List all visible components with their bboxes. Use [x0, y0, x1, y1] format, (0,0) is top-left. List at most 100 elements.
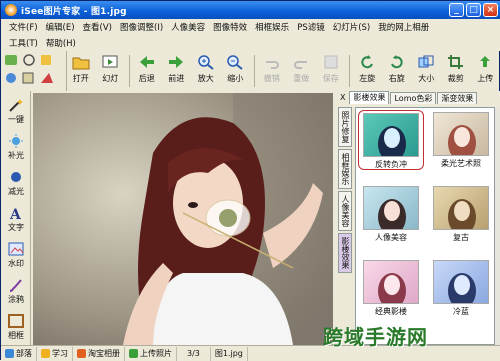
effect-item-cool-blue[interactable]: 冷蓝: [428, 258, 494, 318]
menu-portrait[interactable]: 人像美容: [167, 21, 209, 33]
effect-item-soft-light-art[interactable]: 柔光艺术照: [428, 110, 494, 170]
effect-thumbnail: [433, 260, 489, 304]
watermark-icon: [7, 241, 25, 257]
frame-icon: [7, 313, 25, 329]
crop-button[interactable]: 裁剪: [442, 53, 470, 89]
status-label: 部落: [16, 349, 32, 358]
maximize-button[interactable]: □: [466, 3, 481, 17]
zoom-in-button[interactable]: 放大: [192, 53, 220, 89]
status-link-tribe[interactable]: 部落: [1, 346, 37, 361]
upload-button[interactable]: 上传: [471, 53, 499, 89]
redo-button[interactable]: 重做: [287, 53, 315, 89]
menu-online-album[interactable]: 我的网上相册: [374, 21, 433, 33]
menu-help[interactable]: 帮助(H): [42, 37, 80, 49]
effect-label: 复古: [453, 233, 469, 242]
menu-image-adjust[interactable]: 图像调整(I): [116, 21, 167, 33]
window-title: iSee图片专家 - 图1.jpg: [21, 6, 127, 17]
effect-thumbnail: [363, 260, 419, 304]
slideshow-icon: [101, 53, 119, 71]
sidebar-item-frame[interactable]: 相框: [1, 313, 31, 343]
zoom-out-label: 缩小: [227, 74, 244, 83]
effect-thumbnail: [363, 113, 419, 157]
panel-close-button[interactable]: X: [337, 92, 348, 104]
effect-item-reverse-negative[interactable]: 反转负冲: [358, 110, 424, 170]
undo-button[interactable]: 撤销: [258, 53, 286, 89]
arrow-left-icon: [138, 53, 156, 71]
status-label: 淘宝相册: [88, 349, 120, 358]
effects-grid: 反转负冲 柔光艺术照 人像美容 复古 经典影楼 冷蓝: [355, 107, 495, 345]
effect-item-retro[interactable]: 复古: [428, 184, 494, 244]
app-icon: [5, 4, 17, 16]
toolbar-separator: [129, 55, 130, 87]
menu-file[interactable]: 文件(F): [5, 21, 42, 33]
back-label: 后退: [138, 74, 155, 83]
app-window: iSee图片专家 - 图1.jpg _ □ × 文件(F) 编辑(E) 查看(V…: [0, 0, 500, 361]
rotate-right-button[interactable]: 右旋: [383, 53, 411, 89]
menu-tools[interactable]: 工具(T): [5, 37, 42, 49]
effect-item-portrait-beauty[interactable]: 人像美容: [358, 184, 424, 244]
effect-thumbnail: [363, 186, 419, 230]
resize-icon: [417, 53, 435, 71]
vtab-studio-effects[interactable]: 影楼效果: [338, 233, 352, 273]
close-button[interactable]: ×: [483, 3, 498, 17]
status-label: 上传照片: [140, 349, 172, 358]
vtab-photo-repair[interactable]: 照片修复: [338, 107, 352, 147]
sidebar-item-doodle[interactable]: 涂鸦: [1, 277, 31, 307]
sidebar-item-one-click[interactable]: 一键: [1, 97, 31, 127]
crop-icon: [447, 53, 465, 71]
zoom-out-button[interactable]: 缩小: [221, 53, 249, 89]
effect-item-classic-studio[interactable]: 经典影楼: [358, 258, 424, 318]
magic-wand-icon: [7, 97, 25, 113]
tab-studio-effects[interactable]: 影楼效果: [349, 91, 390, 104]
small-tool-icons[interactable]: [1, 51, 67, 91]
zoom-out-icon: [226, 53, 244, 71]
sidebar-item-fill-light[interactable]: 补光: [1, 133, 31, 163]
effects-scrollbar[interactable]: [495, 107, 500, 345]
upload-photo-icon: [129, 349, 138, 358]
effect-label: 柔光艺术照: [441, 159, 481, 168]
text-icon: A: [7, 205, 25, 223]
forward-button[interactable]: 前进: [162, 53, 190, 89]
svg-text:A: A: [9, 207, 22, 221]
open-button[interactable]: 打开: [67, 53, 95, 89]
menu-ps-filters[interactable]: PS滤镜: [293, 21, 329, 33]
minimize-button[interactable]: _: [449, 3, 464, 17]
small-toolbar: [1, 51, 67, 91]
rotate-left-button[interactable]: 左旋: [353, 53, 381, 89]
effect-label: 反转负冲: [375, 160, 407, 169]
rotate-left-icon: [358, 53, 376, 71]
status-link-upload-photos[interactable]: 上传照片: [125, 346, 177, 361]
open-label: 打开: [72, 74, 89, 83]
vtab-frame-fun[interactable]: 相框娱乐: [338, 149, 352, 189]
effects-tabs: X 影楼效果 Lomo色彩 渐变效果: [337, 91, 500, 104]
image-canvas[interactable]: [33, 93, 333, 345]
back-button[interactable]: 后退: [133, 53, 161, 89]
menu-slideshow[interactable]: 幻灯片(S): [329, 21, 375, 33]
status-link-learn[interactable]: 学习: [37, 346, 73, 361]
vtab-portrait-beauty[interactable]: 人像美容: [338, 191, 352, 231]
sun-icon: [7, 133, 25, 149]
sidebar-item-watermark[interactable]: 水印: [1, 241, 31, 271]
sidebar-item-text[interactable]: A 文字: [1, 205, 31, 235]
tab-lomo-color[interactable]: Lomo色彩: [390, 92, 437, 104]
slideshow-button[interactable]: 幻灯: [97, 53, 125, 89]
menu-frames[interactable]: 相框娱乐: [251, 21, 293, 33]
resize-button[interactable]: 大小: [412, 53, 440, 89]
save-button[interactable]: 保存: [317, 53, 345, 89]
dim-icon: [7, 169, 25, 185]
menu-bar: 文件(F) 编辑(E) 查看(V) 图像调整(I) 人像美容 图像特效 相框娱乐…: [1, 19, 500, 51]
menu-edit[interactable]: 编辑(E): [42, 21, 79, 33]
arrow-right-icon: [167, 53, 185, 71]
menu-view[interactable]: 查看(V): [79, 21, 116, 33]
taobao-icon: [77, 349, 86, 358]
status-filename: 图1.jpg: [211, 346, 248, 361]
page-counter: 3/3: [177, 346, 211, 361]
effect-thumbnail: [433, 112, 489, 156]
category-vertical-tabs: 照片修复 相框娱乐 人像美容 影楼效果: [337, 107, 353, 345]
menu-effects[interactable]: 图像特效: [209, 21, 251, 33]
status-link-taobao-album[interactable]: 淘宝相册: [73, 346, 125, 361]
sidebar-item-reduce-light[interactable]: 减光: [1, 169, 31, 199]
tab-gradient-effects[interactable]: 渐变效果: [437, 92, 478, 104]
effect-label: 冷蓝: [453, 307, 469, 316]
rotate-left-label: 左旋: [359, 74, 376, 83]
